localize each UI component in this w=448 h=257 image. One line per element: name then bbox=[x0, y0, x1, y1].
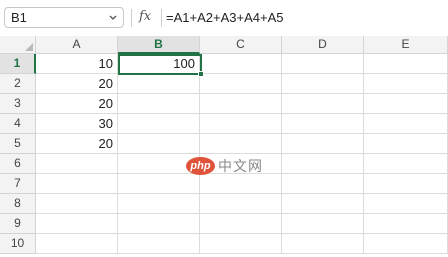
cell-d7[interactable] bbox=[282, 174, 364, 194]
cell-a2[interactable]: 20 bbox=[36, 74, 118, 94]
cell-e7[interactable] bbox=[364, 174, 448, 194]
cell-a9[interactable] bbox=[36, 214, 118, 234]
cell-a6[interactable] bbox=[36, 154, 118, 174]
cell-c3[interactable] bbox=[200, 94, 282, 114]
cell-d4[interactable] bbox=[282, 114, 364, 134]
cell-c5[interactable] bbox=[200, 134, 282, 154]
column-header-d[interactable]: D bbox=[282, 36, 364, 54]
cell-c1[interactable] bbox=[200, 54, 282, 74]
select-all-triangle-icon bbox=[25, 43, 33, 51]
cell-c2[interactable] bbox=[200, 74, 282, 94]
cell-a4[interactable]: 30 bbox=[36, 114, 118, 134]
cell-e3[interactable] bbox=[364, 94, 448, 114]
cell-a1[interactable]: 10 bbox=[36, 54, 118, 74]
row-header-5[interactable]: 5 bbox=[0, 134, 36, 154]
cell-a8[interactable] bbox=[36, 194, 118, 214]
cell-b5[interactable] bbox=[118, 134, 200, 154]
cell-a10[interactable] bbox=[36, 234, 118, 254]
spreadsheet-grid: A B C D E 1 2 3 4 5 6 7 8 9 10 10 20 20 30 2… bbox=[0, 36, 448, 257]
cell-c9[interactable] bbox=[200, 214, 282, 234]
cell-a7[interactable] bbox=[36, 174, 118, 194]
row-header-3[interactable]: 3 bbox=[0, 94, 36, 114]
cell-d8[interactable] bbox=[282, 194, 364, 214]
function-icon[interactable]: fx bbox=[139, 8, 155, 26]
name-box[interactable]: B1 bbox=[4, 7, 124, 28]
cell-a5[interactable]: 20 bbox=[36, 134, 118, 154]
cell-e8[interactable] bbox=[364, 194, 448, 214]
php-logo-text: php bbox=[190, 160, 211, 172]
cell-b8[interactable] bbox=[118, 194, 200, 214]
cell-d5[interactable] bbox=[282, 134, 364, 154]
column-header-a[interactable]: A bbox=[36, 36, 118, 54]
row-header-1[interactable]: 1 bbox=[0, 54, 36, 74]
row-header-2[interactable]: 2 bbox=[0, 74, 36, 94]
cell-e4[interactable] bbox=[364, 114, 448, 134]
row-header-4[interactable]: 4 bbox=[0, 114, 36, 134]
cell-e9[interactable] bbox=[364, 214, 448, 234]
watermark: php 中文网 bbox=[186, 154, 266, 180]
watermark-text: 中文网 bbox=[218, 158, 263, 174]
cell-b4[interactable] bbox=[118, 114, 200, 134]
row-header-6[interactable]: 6 bbox=[0, 154, 36, 174]
cell-e1[interactable] bbox=[364, 54, 448, 74]
cell-b3[interactable] bbox=[118, 94, 200, 114]
cell-b10[interactable] bbox=[118, 234, 200, 254]
cell-e5[interactable] bbox=[364, 134, 448, 154]
cell-d3[interactable] bbox=[282, 94, 364, 114]
formula-bar-divider bbox=[161, 9, 162, 27]
cell-c8[interactable] bbox=[200, 194, 282, 214]
formula-input[interactable]: =A1+A2+A3+A4+A5 bbox=[166, 9, 283, 27]
row-header-7[interactable]: 7 bbox=[0, 174, 36, 194]
cell-d6[interactable] bbox=[282, 154, 364, 174]
name-box-value: B1 bbox=[11, 10, 27, 25]
formula-bar-divider bbox=[131, 9, 132, 27]
column-header-b[interactable]: B bbox=[118, 36, 200, 54]
fill-handle[interactable] bbox=[198, 71, 204, 77]
cell-a3[interactable]: 20 bbox=[36, 94, 118, 114]
column-header-e[interactable]: E bbox=[364, 36, 448, 54]
cell-c10[interactable] bbox=[200, 234, 282, 254]
cell-e2[interactable] bbox=[364, 74, 448, 94]
formula-bar: B1 fx =A1+A2+A3+A4+A5 bbox=[0, 0, 448, 36]
cell-b1[interactable]: 100 bbox=[118, 54, 200, 74]
cell-d2[interactable] bbox=[282, 74, 364, 94]
cell-d9[interactable] bbox=[282, 214, 364, 234]
cell-c4[interactable] bbox=[200, 114, 282, 134]
cell-b2[interactable] bbox=[118, 74, 200, 94]
cell-d10[interactable] bbox=[282, 234, 364, 254]
select-all-button[interactable] bbox=[0, 36, 36, 54]
row-header-10[interactable]: 10 bbox=[0, 234, 36, 254]
row-header-9[interactable]: 9 bbox=[0, 214, 36, 234]
cell-d1[interactable] bbox=[282, 54, 364, 74]
cell-b9[interactable] bbox=[118, 214, 200, 234]
row-header-8[interactable]: 8 bbox=[0, 194, 36, 214]
cell-e6[interactable] bbox=[364, 154, 448, 174]
chevron-down-icon[interactable] bbox=[108, 11, 118, 25]
cell-e10[interactable] bbox=[364, 234, 448, 254]
column-header-c[interactable]: C bbox=[200, 36, 282, 54]
